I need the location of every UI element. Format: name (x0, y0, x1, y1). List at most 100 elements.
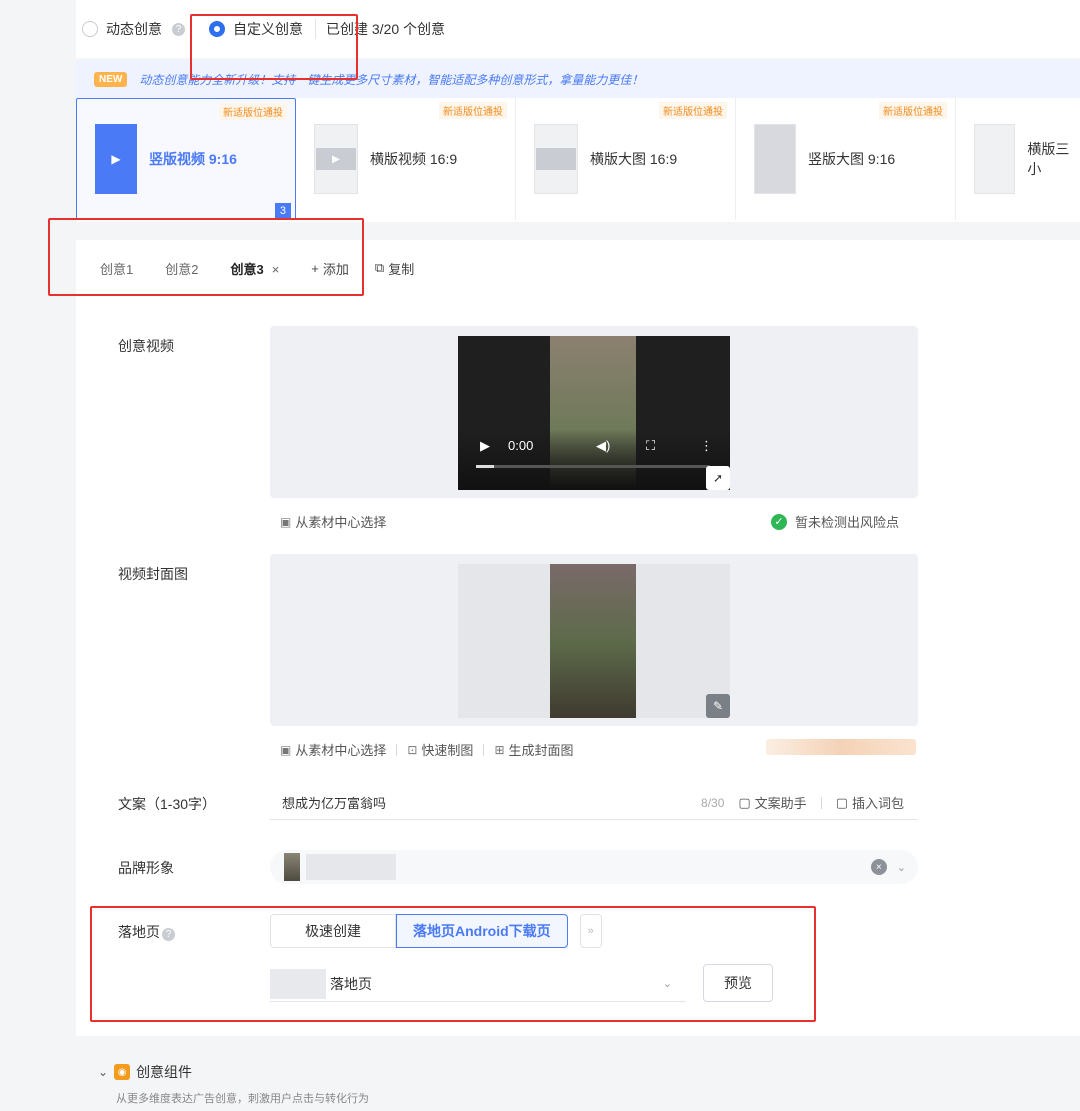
volume-icon[interactable]: ◀) (596, 438, 610, 454)
chevron-down-icon[interactable]: ⌄ (897, 861, 906, 874)
add-creative-button[interactable]: + 添加 (311, 259, 349, 278)
landing-option-quick-create[interactable]: 极速创建 (270, 914, 396, 948)
copy-icon: ⧉ (374, 260, 385, 275)
video-actions: ▣ 从素材中心选择 (280, 512, 386, 531)
plus-icon: + (311, 260, 319, 276)
video-progress-bar[interactable] (476, 465, 710, 468)
check-circle-icon: ✓ (771, 513, 787, 530)
creative-count-badge: 3 (274, 203, 291, 219)
image-placeholder-icon (536, 148, 576, 170)
risk-check-status: ✓ 暂未检测出风险点 (771, 512, 899, 531)
fire-tag: 新适版位通投 (879, 102, 947, 119)
fire-tag: 新适版位通投 (439, 102, 507, 119)
edit-icon[interactable]: ✎ (706, 694, 730, 718)
tab-creative-2[interactable]: 创意2 (165, 259, 198, 278)
copy-assistant-button[interactable]: ▢ 文案助手 (738, 793, 806, 812)
brand-select[interactable]: × ⌄ (270, 850, 918, 884)
radio-dot[interactable] (209, 21, 225, 37)
copy-char-counter: 8/30 (701, 795, 725, 810)
video-time: 0:00 (508, 438, 534, 453)
tab-creative-1[interactable]: 创意1 (100, 259, 133, 278)
tab-creative-3[interactable]: 创意3 × (230, 259, 279, 278)
double-chevron-right-icon[interactable]: » (579, 914, 602, 948)
cover-thumbnail (550, 564, 636, 718)
play-icon: ▶ (111, 152, 121, 166)
format-card-horizontal-image[interactable]: 新适版位通投 横版大图 16:9 (516, 98, 736, 220)
quick-make-link[interactable]: 快速制图 (421, 740, 473, 759)
upgrade-notice-banner: NEW 动态创意能力全新升级！支持一键生成更多尺寸素材，智能适配多种创意形式，拿… (76, 60, 1080, 98)
component-icon: ◉ (114, 1064, 131, 1080)
creative-mode-row: 动态创意 ? 自定义创意 已创建 3/20 个创意 (76, 0, 1080, 58)
creative-form: 创意视频 ▶ 0:00 ◀) ⛶ ⋮ ➚ ▣ 从素材中心选择 ✓ 暂未检测出风险… (76, 296, 1080, 1036)
insert-words-button[interactable]: ▢ 插入词包 (836, 793, 904, 812)
video-player[interactable]: ▶ 0:00 ◀) ⛶ ⋮ ➚ (458, 336, 730, 490)
format-label: 横版大图 16:9 (590, 151, 678, 167)
format-card-three-small[interactable]: 横版三小 (956, 98, 1080, 220)
radio-dynamic-creative[interactable]: 动态创意 ? (82, 19, 185, 39)
divider (483, 743, 485, 756)
format-card-vertical-video[interactable]: 新适版位通投 ▶ 竖版视频 9:16 3 (76, 98, 296, 220)
brand-field-label: 品牌形象 (118, 860, 174, 876)
help-icon[interactable]: ? (172, 22, 185, 36)
library-icon: ▣ (280, 514, 292, 529)
landing-field-label: 落地页? (118, 922, 175, 942)
cover-from-library-link[interactable]: 从素材中心选择 (295, 740, 386, 759)
landing-select-text: 落地页 (330, 975, 372, 992)
play-icon[interactable]: ▶ (480, 438, 490, 454)
quick-image-icon: ⊡ (407, 742, 418, 757)
clear-icon[interactable]: × (870, 859, 887, 875)
blurred-content (766, 739, 916, 755)
chevron-down-icon[interactable]: ⌄ (663, 977, 672, 990)
fullscreen-icon[interactable]: ⛶ (646, 438, 655, 454)
chevron-down-icon: ⌄ (98, 1065, 109, 1079)
horizontal-image-thumb-icon (534, 124, 578, 194)
generate-cover-link[interactable]: 生成封面图 (509, 740, 574, 759)
landing-type-toggle: 极速创建 落地页Android下载页 » (270, 914, 602, 948)
text-icon: ▢ (738, 794, 751, 810)
format-label: 竖版大图 9:16 (808, 151, 896, 167)
landing-option-android-download[interactable]: 落地页Android下载页 (396, 914, 568, 948)
fire-tag: 新适版位通投 (659, 102, 727, 119)
banner-text: 动态创意能力全新升级！支持一键生成更多尺寸素材，智能适配多种创意形式，拿量能力更… (139, 72, 644, 87)
radio-custom-label: 自定义创意 (233, 21, 303, 37)
brand-name-blurred (306, 854, 396, 880)
radio-dot[interactable] (82, 21, 98, 37)
creative-components-section: ⌄ ◉ 创意组件 从更多维度表达广告创意，刺激用户点击与转化行为 (76, 1036, 1080, 1111)
format-card-horizontal-video[interactable]: 新适版位通投 ▶ 横版视频 16:9 (296, 98, 516, 220)
video-from-library-link[interactable]: 从素材中心选择 (295, 512, 386, 531)
play-icon: ▶ (316, 148, 356, 170)
copy-assistant-label: 文案助手 (754, 796, 807, 811)
word-pack-icon: ▢ (835, 794, 848, 810)
creative-tabs: 创意1 创意2 创意3 × + 添加 ⧉ 复制 (76, 240, 1080, 296)
copy-creative-button[interactable]: ⧉ 复制 (375, 259, 414, 278)
landing-name-blurred (270, 968, 326, 999)
close-icon[interactable]: × (272, 262, 280, 277)
tab-label: 创意3 (230, 261, 264, 277)
format-card-vertical-image[interactable]: 新适版位通投 竖版大图 9:16 (736, 98, 956, 220)
divider (396, 743, 398, 756)
creative-format-cards: 新适版位通投 ▶ 竖版视频 9:16 3 新适版位通投 ▶ 横版视频 16:9 … (76, 98, 1080, 222)
library-icon: ▣ (280, 742, 292, 757)
copy-field-label: 文案（1-30字） (118, 796, 217, 812)
insert-words-label: 插入词包 (851, 796, 904, 811)
radio-custom-creative[interactable]: 自定义创意 (209, 19, 303, 39)
horizontal-video-thumb-icon: ▶ (314, 124, 358, 194)
copy-text-input[interactable]: 想成为亿万富翁吗 8/30 ▢ 文案助手 ▢ 插入词包 (270, 786, 918, 820)
rocket-icon[interactable]: ➚ (706, 466, 730, 490)
video-upload-area[interactable]: ▶ 0:00 ◀) ⛶ ⋮ ➚ (270, 326, 918, 498)
creative-components-toggle[interactable]: ⌄ ◉ 创意组件 (98, 1062, 192, 1082)
cover-upload-area[interactable]: ✎ (270, 554, 918, 726)
landing-label-text: 落地页 (118, 924, 160, 940)
preview-button[interactable]: 预览 (703, 964, 773, 1002)
help-icon[interactable]: ? (162, 928, 175, 941)
video-field-label: 创意视频 (118, 338, 174, 354)
brand-logo (284, 853, 300, 881)
components-title: 创意组件 (136, 1064, 193, 1080)
add-label: 添加 (322, 261, 349, 277)
risk-text: 暂未检测出风险点 (795, 515, 900, 530)
landing-page-select[interactable]: 落地页 ⌄ (270, 966, 686, 1002)
vertical-image-thumb-icon (754, 124, 796, 194)
more-icon[interactable]: ⋮ (700, 438, 713, 454)
three-small-thumb-icon (974, 124, 1016, 194)
vertical-video-thumb-icon: ▶ (95, 124, 137, 194)
